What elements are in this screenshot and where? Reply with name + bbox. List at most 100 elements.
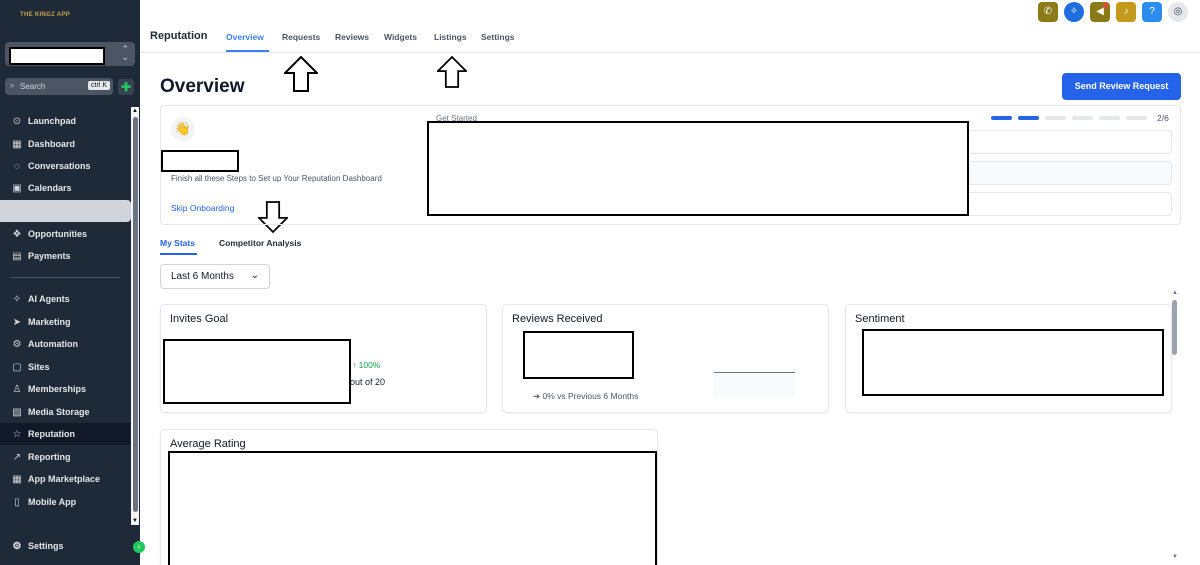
lightning-icon[interactable]: ✚ xyxy=(118,79,134,95)
redacted-reviews-value xyxy=(523,331,634,379)
tab-listings[interactable]: Listings xyxy=(434,32,467,42)
progress-step xyxy=(1126,116,1147,120)
section-title: Reputation xyxy=(150,30,208,42)
sidebar-item-mobile-app[interactable]: ▯ Mobile App xyxy=(0,491,130,513)
sidebar-scrollbar[interactable]: ▲ ▼ xyxy=(131,107,139,525)
card-title: Invites Goal xyxy=(170,313,229,325)
onboarding-description: Finish all these Steps to Set up Your Re… xyxy=(171,174,382,183)
scroll-up-icon[interactable]: ▲ xyxy=(131,108,139,114)
reviews-received-card: Reviews Received ➔ 0% vs Previous 6 Mont… xyxy=(502,304,829,413)
chevron-down-icon: ⌄ xyxy=(250,270,259,281)
phone-icon[interactable]: ✆ xyxy=(1038,2,1058,22)
account-switcher[interactable]: ⌃ ⌄ xyxy=(5,42,135,66)
tab-reviews[interactable]: Reviews xyxy=(335,32,369,42)
sidebar-item-ai-agents[interactable]: ✧ AI Agents xyxy=(0,288,130,310)
payments-icon: ▤ xyxy=(12,250,22,262)
sidebar-item-label: Opportunities xyxy=(28,229,87,239)
annotation-up-arrow xyxy=(284,56,318,92)
sidebar-item-label: Marketing xyxy=(28,317,71,327)
tab-widgets[interactable]: Widgets xyxy=(384,32,417,42)
date-range-select[interactable]: Last 6 Months ⌄ xyxy=(160,264,270,289)
redacted-rating-chart xyxy=(168,451,657,565)
search-icon: ⌕ xyxy=(10,81,15,90)
main-scrollbar[interactable]: ▲ ▼ xyxy=(1170,290,1180,560)
progress-step xyxy=(991,116,1012,120)
search-input[interactable]: ⌕ Search ctrl K xyxy=(5,78,113,95)
sidebar-item-payments[interactable]: ▤ Payments xyxy=(0,245,130,267)
onboarding-step-row[interactable] xyxy=(961,161,1172,185)
onboarding-card: 👋 Finish all these Steps to Set up Your … xyxy=(160,105,1181,225)
onboarding-progress xyxy=(991,116,1147,120)
sidebar-item-automation[interactable]: ⚙ Automation xyxy=(0,333,130,355)
sidebar-item-sites[interactable]: ▢ Sites xyxy=(0,356,130,378)
progress-step xyxy=(1099,116,1120,120)
invites-goal-card: Invites Goal ↑ 100% out of 20 xyxy=(160,304,487,413)
tab-requests[interactable]: Requests xyxy=(282,32,320,42)
sidebar-divider xyxy=(10,277,120,278)
scroll-down-icon[interactable]: ▼ xyxy=(1170,554,1180,560)
tab-overview[interactable]: Overview xyxy=(226,32,264,42)
sidebar-item-app-marketplace[interactable]: ▦ App Marketplace xyxy=(0,468,130,490)
calendar-icon: ▣ xyxy=(12,182,22,194)
active-tab-indicator xyxy=(226,50,269,52)
star-icon: ☆ xyxy=(12,428,22,440)
onboarding-step-row[interactable] xyxy=(961,130,1172,154)
sidebar-item-launchpad[interactable]: ⊙ Launchpad xyxy=(0,110,130,132)
scrollbar-thumb[interactable] xyxy=(133,117,138,512)
sparkle-icon: ✧ xyxy=(12,293,22,305)
sidebar-item-label: Conversations xyxy=(28,161,91,171)
sidebar-item-media-storage[interactable]: ▨ Media Storage xyxy=(0,401,130,423)
tab-competitor-analysis[interactable]: Competitor Analysis xyxy=(219,238,301,248)
sidebar-item-redacted[interactable] xyxy=(0,200,131,222)
megaphone-icon[interactable]: ◀ xyxy=(1090,2,1110,22)
redacted-user-name xyxy=(161,150,239,172)
search-placeholder: Search xyxy=(20,82,46,91)
dashboard-icon: ▦ xyxy=(12,138,22,150)
sidebar-item-reputation[interactable]: ☆ Reputation xyxy=(0,423,130,445)
shortcut-badge: ctrl K xyxy=(88,81,110,90)
sidebar-item-label: Memberships xyxy=(28,384,87,394)
skip-onboarding-link[interactable]: Skip Onboarding xyxy=(171,203,234,213)
card-title: Average Rating xyxy=(170,438,246,450)
waving-hand-icon: 👋 xyxy=(171,117,195,141)
magic-icon[interactable]: ✧ xyxy=(1064,2,1084,22)
chart-line-icon: ↗ xyxy=(12,451,22,463)
sidebar-item-settings[interactable]: ⚙ Settings xyxy=(0,535,130,557)
sidebar-item-label: Reputation xyxy=(28,429,75,439)
media-icon: ▨ xyxy=(12,406,22,418)
sidebar-item-label: Sites xyxy=(28,362,50,372)
send-review-request-button[interactable]: Send Review Request xyxy=(1062,73,1181,100)
collapse-sidebar-icon[interactable]: ‹ xyxy=(133,541,145,553)
step-count: 2/6 xyxy=(1157,113,1169,123)
sidebar-item-opportunities[interactable]: ❖ Opportunities xyxy=(0,223,130,245)
invites-goal-total: out of 20 xyxy=(350,377,386,387)
apps-icon: ▦ xyxy=(12,473,22,485)
tab-settings[interactable]: Settings xyxy=(481,32,515,42)
gear-icon: ⚙ xyxy=(12,540,22,552)
sidebar-item-label: Reporting xyxy=(28,452,71,462)
sidebar-item-marketing[interactable]: ➤ Marketing xyxy=(0,311,130,333)
avatar[interactable]: ◎ xyxy=(1168,2,1188,22)
sidebar-item-conversations[interactable]: ◌ Conversations xyxy=(0,155,130,177)
scrollbar-thumb[interactable] xyxy=(1172,300,1177,355)
scroll-down-icon[interactable]: ▼ xyxy=(131,518,139,524)
chat-icon: ◌ xyxy=(14,160,20,172)
tab-my-stats[interactable]: My Stats xyxy=(160,238,195,248)
date-range-value: Last 6 Months xyxy=(171,271,234,282)
onboarding-step-row[interactable] xyxy=(961,192,1172,216)
bell-icon[interactable]: ♪ xyxy=(1116,2,1136,22)
chevron-updown-icon: ⌃ ⌄ xyxy=(121,44,129,62)
help-icon[interactable]: ? xyxy=(1142,2,1162,22)
reviews-sparkline-area xyxy=(714,373,795,397)
sidebar-item-calendars[interactable]: ▣ Calendars xyxy=(0,177,130,199)
sidebar-item-memberships[interactable]: ♙ Memberships xyxy=(0,378,130,400)
sidebar-item-dashboard[interactable]: ▦ Dashboard xyxy=(0,133,130,155)
sidebar-item-reporting[interactable]: ↗ Reporting xyxy=(0,446,130,468)
scroll-up-icon[interactable]: ▲ xyxy=(1170,290,1180,296)
header-actions: ✆ ✧ ◀ ♪ ? ◎ xyxy=(1038,2,1188,22)
progress-step xyxy=(1045,116,1066,120)
sidebar-item-label: AI Agents xyxy=(28,294,70,304)
redacted-sentiment-value xyxy=(862,329,1164,396)
active-subtab-indicator xyxy=(160,253,197,255)
opportunities-icon: ❖ xyxy=(12,228,22,240)
